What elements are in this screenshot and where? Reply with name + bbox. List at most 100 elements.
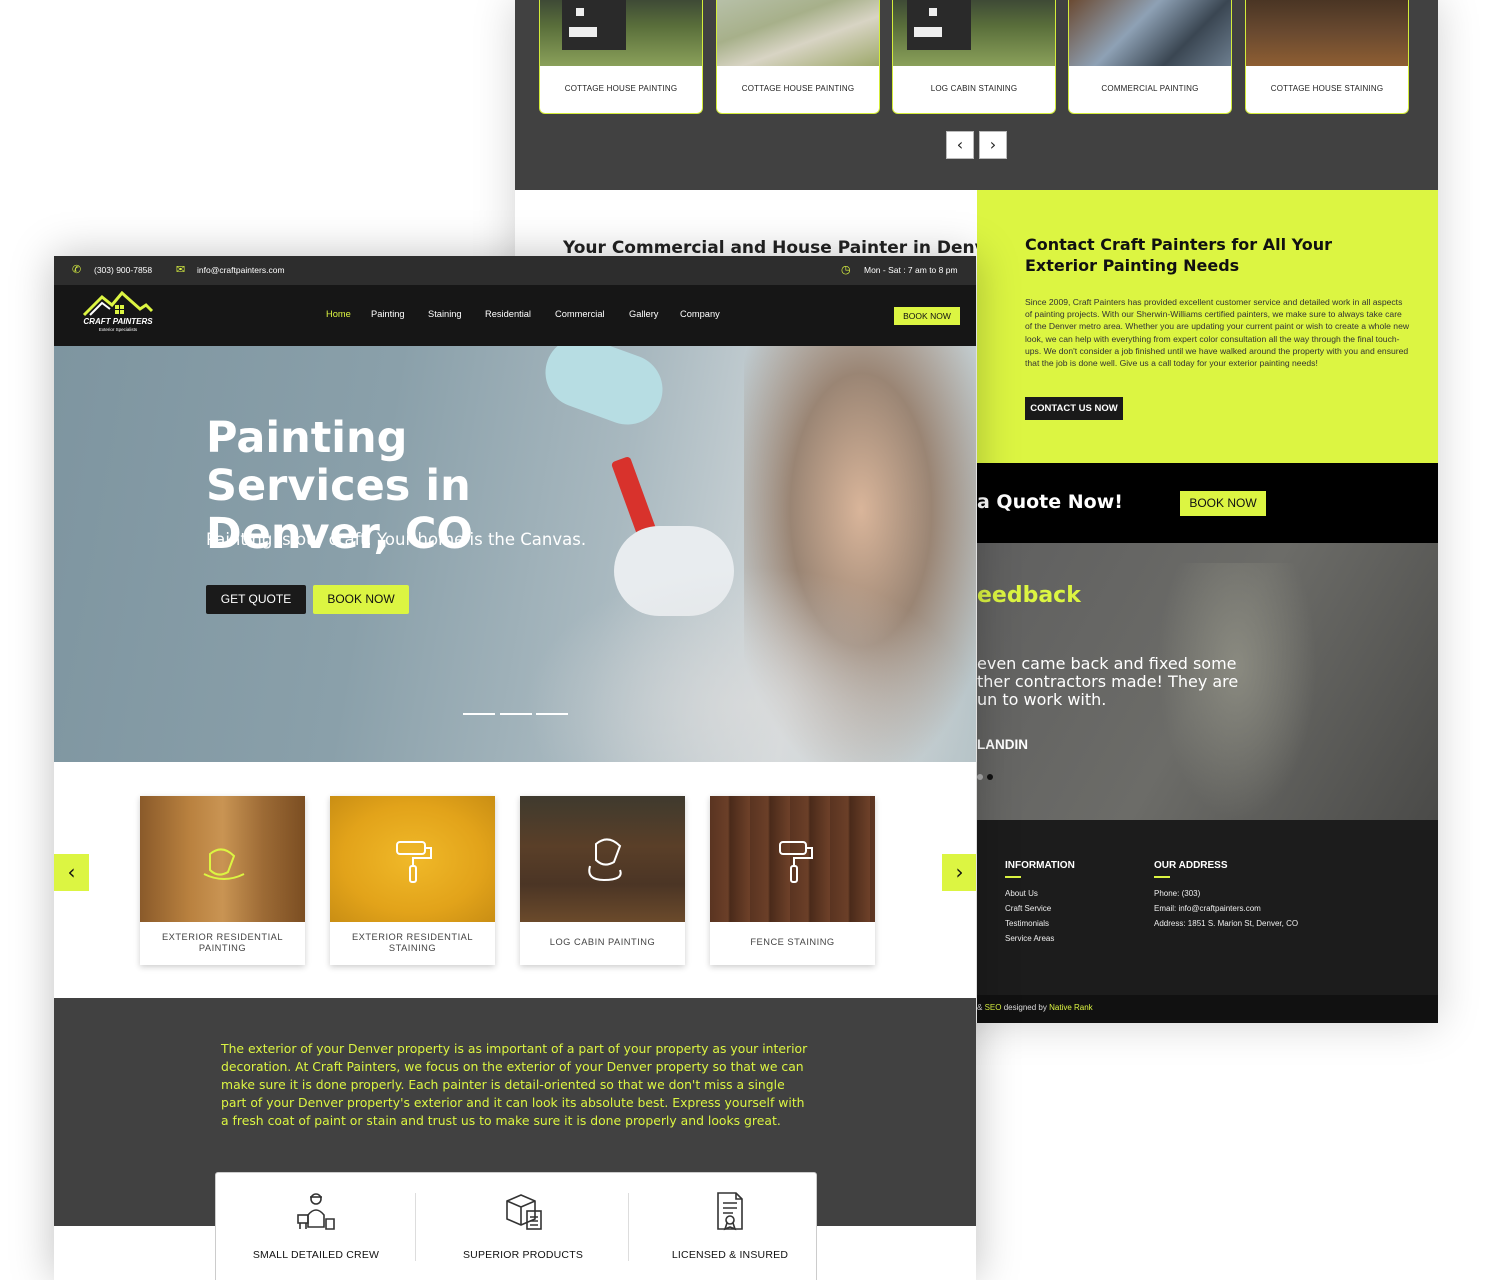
testimonial-author: LANDIN	[977, 737, 1028, 752]
gallery-image	[540, 0, 702, 66]
feature-label: LICENSED & INSURED	[671, 1249, 789, 1261]
contact-us-button[interactable]: CONTACT US NOW	[1025, 397, 1123, 420]
slider-dot[interactable]	[536, 713, 568, 715]
ladder-image	[524, 566, 974, 762]
service-label: EXTERIOR RESIDENTIAL STAINING	[351, 932, 474, 953]
copyright-bar: & SEO designed by Native Rank	[977, 995, 1438, 1023]
front-page-screenshot: ✆ (303) 900-7858 ✉ info@craftpainters.co…	[54, 256, 976, 1280]
testimonial-heading: eedback	[977, 583, 1081, 608]
chevron-left-icon: ‹	[67, 860, 76, 884]
nav-item-company[interactable]: Company	[680, 309, 720, 319]
gallery-image	[717, 0, 879, 66]
hero-section: Painting Services in Denver, CO Painting…	[54, 346, 976, 762]
feature-item: SMALL DETAILED CREW	[216, 1173, 416, 1280]
footer-link[interactable]: About Us	[1005, 889, 1038, 898]
gallery-card-label: COTTAGE HOUSE PAINTING	[564, 84, 678, 93]
footer-link[interactable]: Craft Service	[1005, 904, 1051, 913]
features-box: SMALL DETAILED CREW SUPERIOR PRODUCTS LI…	[215, 1172, 817, 1280]
testimonial-section: eedback even came back and fixed some th…	[977, 543, 1438, 820]
slider-dot[interactable]	[463, 713, 495, 715]
copyright-seo-link[interactable]: SEO	[985, 1003, 1002, 1012]
nav-book-now-button[interactable]: BOOK NOW	[894, 307, 960, 325]
gallery-card-label: COTTAGE HOUSE PAINTING	[741, 84, 855, 93]
nav-item-gallery[interactable]: Gallery	[629, 309, 658, 319]
gallery-card[interactable]: LOG CABIN STAINING	[892, 0, 1056, 114]
products-icon	[506, 1194, 542, 1230]
logo-name: CRAFT PAINTERS	[83, 317, 153, 326]
service-image	[710, 796, 875, 922]
nav-item-residential[interactable]: Residential	[485, 309, 531, 319]
footer-link[interactable]: Testimonials	[1005, 919, 1049, 928]
contact-body: Since 2009, Craft Painters has provided …	[1025, 297, 1410, 369]
footer-email[interactable]: Email: info@craftpainters.com	[1154, 904, 1261, 913]
carousel-next-button[interactable]: ›	[942, 854, 976, 891]
testimonial-dot[interactable]	[977, 774, 983, 780]
copyright-native-rank-link[interactable]: Native Rank	[1049, 1003, 1093, 1012]
feature-divider	[415, 1193, 416, 1261]
logo[interactable]: CRAFT PAINTERS Exterior Specialists	[80, 290, 156, 335]
gallery-section: COTTAGE HOUSE PAINTING COTTAGE HOUSE PAI…	[515, 0, 1438, 190]
envelope-icon: ✉	[176, 264, 186, 276]
carousel-prev-button[interactable]: ‹	[54, 854, 89, 891]
topbar-email[interactable]: info@craftpainters.com	[197, 265, 285, 275]
chevron-left-icon: ‹	[956, 135, 964, 154]
service-label: EXTERIOR RESIDENTIAL PAINTING	[161, 932, 284, 953]
get-quote-button[interactable]: GET QUOTE	[206, 585, 306, 614]
clock-icon: ◷	[841, 264, 851, 276]
service-image	[140, 796, 305, 922]
paint-roller-icon	[779, 841, 813, 883]
gallery-card-label: LOG CABIN STAINING	[930, 84, 1018, 93]
service-card[interactable]: LOG CABIN PAINTING	[520, 796, 685, 965]
paint-bucket-icon	[203, 848, 245, 880]
footer: INFORMATION About Us Craft Service Testi…	[977, 820, 1438, 995]
phone-icon: ✆	[72, 264, 82, 276]
feature-label: SMALL DETAILED CREW	[252, 1249, 380, 1261]
topbar-phone[interactable]: (303) 900-7858	[94, 265, 152, 275]
feature-item: LICENSED & INSURED	[630, 1173, 830, 1280]
quote-strip-book-button[interactable]: BOOK NOW	[1180, 491, 1266, 516]
service-card[interactable]: EXTERIOR RESIDENTIAL PAINTING	[140, 796, 305, 965]
footer-address-heading: OUR ADDRESS	[1154, 860, 1228, 878]
feature-label: SUPERIOR PRODUCTS	[462, 1249, 584, 1261]
topbar-hours: Mon - Sat : 7 am to 8 pm	[864, 265, 958, 275]
gallery-next-button[interactable]: ›	[979, 131, 1007, 159]
paint-bucket-icon	[588, 838, 622, 882]
quote-strip-text: a Quote Now!	[977, 491, 1123, 513]
gallery-image	[893, 0, 1055, 66]
contact-heading: Contact Craft Painters for All Your Exte…	[1025, 235, 1333, 275]
paint-roller-icon	[396, 841, 432, 883]
gallery-card-label: COTTAGE HOUSE STAINING	[1270, 84, 1384, 93]
slider-dot[interactable]	[500, 713, 532, 715]
nav-item-commercial[interactable]: Commercial	[555, 309, 605, 319]
top-bar: ✆ (303) 900-7858 ✉ info@craftpainters.co…	[54, 256, 976, 285]
footer-link[interactable]: Service Areas	[1005, 934, 1054, 943]
gallery-card[interactable]: COMMERCIAL PAINTING	[1068, 0, 1232, 114]
service-image	[520, 796, 685, 922]
nav-item-staining[interactable]: Staining	[428, 309, 462, 319]
footer-address: Address: 1851 S. Marion St, Denver, CO	[1154, 919, 1299, 928]
quote-strip: a Quote Now! BOOK NOW	[977, 463, 1438, 543]
hero-subtitle: Painting is our craft. Your home is the …	[206, 530, 587, 549]
testimonial-dot-active[interactable]	[987, 774, 993, 780]
service-card[interactable]: FENCE STAINING	[710, 796, 875, 965]
intro-heading: Your Commercial and House Painter in Den…	[563, 238, 1006, 258]
about-text: The exterior of your Denver property is …	[221, 1041, 808, 1128]
gallery-prev-button[interactable]: ‹	[946, 131, 974, 159]
gallery-card[interactable]: COTTAGE HOUSE STAINING	[1245, 0, 1409, 114]
footer-phone: Phone: (303)	[1154, 889, 1201, 898]
nav-item-painting[interactable]: Painting	[371, 309, 405, 319]
service-image	[330, 796, 495, 922]
crew-icon	[297, 1193, 335, 1230]
gallery-card[interactable]: COTTAGE HOUSE PAINTING	[716, 0, 880, 114]
hero-book-now-button[interactable]: BOOK NOW	[313, 585, 409, 614]
gallery-card-label: COMMERCIAL PAINTING	[1101, 84, 1199, 93]
contact-section: Contact Craft Painters for All Your Exte…	[977, 190, 1438, 463]
feature-divider	[628, 1193, 629, 1261]
house-roof-logo-icon	[82, 290, 154, 317]
nav-item-home[interactable]: Home	[326, 309, 351, 319]
footer-information-heading: INFORMATION	[1005, 860, 1075, 878]
gallery-card[interactable]: COTTAGE HOUSE PAINTING	[539, 0, 703, 114]
service-card[interactable]: EXTERIOR RESIDENTIAL STAINING	[330, 796, 495, 965]
services-carousel: ‹ › EXTERIOR RESIDENTIAL PAINTING EXTERI…	[54, 762, 976, 998]
certificate-icon	[717, 1192, 743, 1231]
